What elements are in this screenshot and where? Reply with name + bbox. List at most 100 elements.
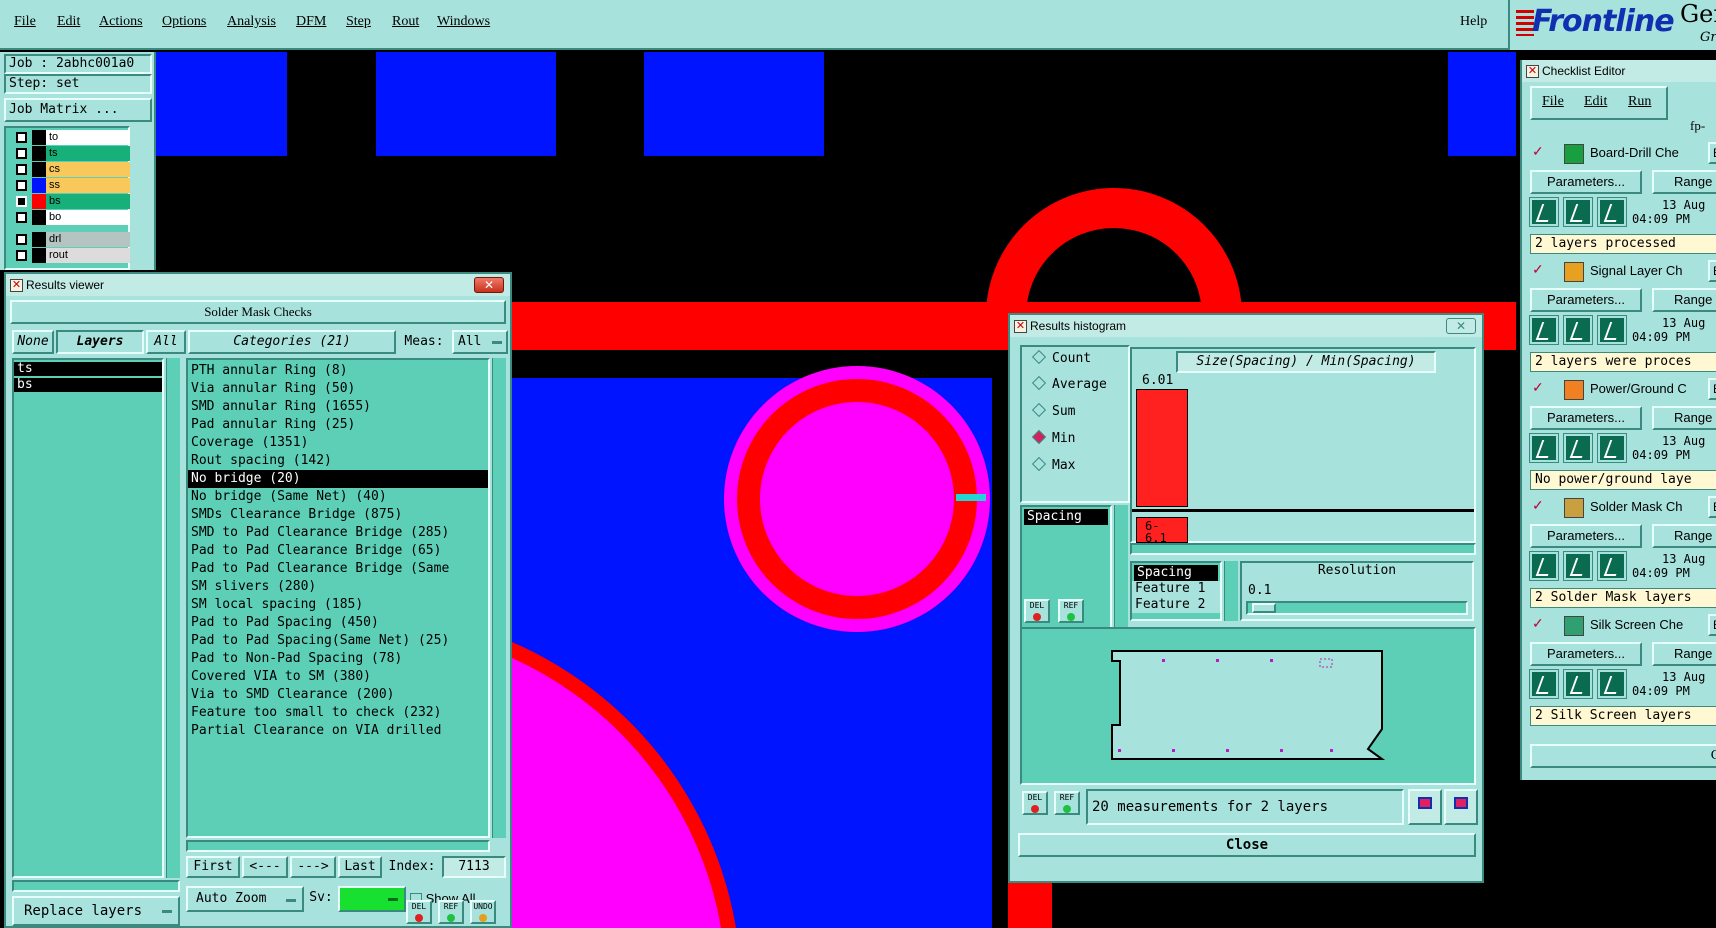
category-item[interactable]: Pad to Non-Pad Spacing (78) [188, 650, 488, 668]
list-item[interactable]: bs [14, 378, 162, 392]
mode-sum-radio[interactable]: Sum [1031, 402, 1075, 419]
checkmark-icon[interactable]: ✓ [1532, 144, 1544, 158]
checklist-close-button[interactable]: Cl [1530, 744, 1716, 768]
list-item[interactable]: ts [14, 362, 162, 376]
job-matrix-button[interactable]: Job Matrix ... [4, 98, 152, 122]
categories-button[interactable]: Categories (21) [188, 330, 396, 354]
layer-checkbox[interactable] [16, 148, 27, 159]
category-item[interactable]: Pad to Pad Clearance Bridge (Same [188, 560, 488, 578]
parameters-button[interactable]: Parameters... [1530, 406, 1642, 430]
menu-dfm[interactable]: DFM [296, 14, 326, 30]
undo-button[interactable]: UNDO [470, 900, 496, 924]
parameters-button[interactable]: Parameters... [1530, 642, 1642, 666]
menu-rout[interactable]: Rout [392, 14, 419, 30]
category-item[interactable]: Via to SMD Clearance (200) [188, 686, 488, 704]
menu-step[interactable]: Step [346, 14, 371, 30]
layer-list-hscrollbar[interactable] [12, 880, 180, 892]
checkmark-icon[interactable]: ✓ [1532, 498, 1544, 512]
layer-list-scrollbar[interactable] [166, 358, 180, 878]
run-icon[interactable] [1597, 197, 1627, 227]
mode-min-radio[interactable]: Min [1031, 429, 1075, 446]
categories-scrollbar[interactable] [492, 358, 506, 838]
layer-row-to[interactable]: to [14, 130, 130, 145]
layer-checkbox[interactable] [16, 250, 27, 261]
layer-results-list[interactable]: ts bs [12, 358, 164, 878]
last-button[interactable]: Last [338, 856, 382, 878]
category-item[interactable]: Pad to Pad Clearance Bridge (65) [188, 542, 488, 560]
categories-list[interactable]: PTH annular Ring (8) Via annular Ring (5… [186, 358, 490, 838]
histogram-titlebar[interactable]: ✕ Results histogram ✕ [1010, 315, 1482, 337]
prev-button[interactable]: <--- [242, 856, 288, 878]
category-item[interactable]: Coverage (1351) [188, 434, 488, 452]
menu-options[interactable]: Options [162, 14, 206, 30]
measure-list-scrollbar[interactable] [1114, 505, 1128, 637]
list-item[interactable]: Spacing [1134, 565, 1218, 581]
menu-help[interactable]: Help [1460, 14, 1487, 30]
range-button[interactable]: Range [1652, 406, 1716, 430]
list-item[interactable]: Feature 2 [1132, 597, 1220, 613]
ref-button[interactable]: REF [438, 900, 464, 924]
slider-thumb[interactable] [1252, 603, 1276, 613]
histogram-hscrollbar[interactable] [1130, 543, 1476, 555]
mode-count-radio[interactable]: Count [1031, 349, 1091, 366]
parameters-button[interactable]: Parameters... [1530, 288, 1642, 312]
menu-edit[interactable]: Edit [57, 14, 80, 30]
categories-hscrollbar[interactable] [186, 840, 490, 852]
del-button[interactable]: DEL [1024, 599, 1050, 623]
mode-max-radio[interactable]: Max [1031, 456, 1075, 473]
checklist-menu-file[interactable]: File [1542, 94, 1564, 110]
layer-checkbox[interactable] [16, 164, 27, 175]
layer-row-rout[interactable]: rout [14, 248, 130, 263]
layer-row-ss[interactable]: ss [14, 178, 130, 193]
axis-list-scrollbar[interactable] [1224, 561, 1238, 621]
layer-row-bs[interactable]: bs [14, 194, 130, 209]
category-item[interactable]: Partial Clearance on VIA drilled [188, 722, 488, 740]
auto-zoom-dropdown[interactable]: Auto Zoom [186, 886, 304, 912]
run-icon[interactable] [1563, 315, 1593, 345]
category-item[interactable]: Via annular Ring (50) [188, 380, 488, 398]
category-item[interactable]: Covered VIA to SM (380) [188, 668, 488, 686]
board-preview[interactable] [1020, 627, 1476, 785]
del-button[interactable]: DEL [1022, 791, 1048, 815]
range-button[interactable]: Range [1652, 524, 1716, 548]
run-icon[interactable] [1529, 197, 1559, 227]
checkmark-icon[interactable]: ✓ [1532, 380, 1544, 394]
first-button[interactable]: First [186, 856, 240, 878]
run-icon[interactable] [1597, 433, 1627, 463]
del-button[interactable]: DEL [406, 900, 432, 924]
close-icon[interactable]: ✕ [1446, 318, 1476, 334]
results-viewer-titlebar[interactable]: ✕ Results viewer ✕ [6, 274, 510, 296]
category-item[interactable]: SM local spacing (185) [188, 596, 488, 614]
checklist-menu-edit[interactable]: Edit [1584, 94, 1607, 110]
category-item[interactable]: PTH annular Ring (8) [188, 362, 488, 380]
layer-checkbox[interactable] [16, 212, 27, 223]
window-menu-icon[interactable]: ✕ [1014, 320, 1027, 333]
run-icon[interactable] [1597, 551, 1627, 581]
category-item[interactable]: Pad to Pad Spacing (450) [188, 614, 488, 632]
sv-dropdown[interactable] [338, 886, 406, 912]
layer-row-bo[interactable]: bo [14, 210, 130, 225]
category-item-selected[interactable]: No bridge (20) [188, 470, 488, 488]
meas-dropdown[interactable]: All [452, 330, 508, 354]
list-item[interactable]: Feature 1 [1132, 581, 1220, 597]
checklist-menu-run[interactable]: Run [1628, 94, 1651, 110]
run-icon[interactable] [1563, 551, 1593, 581]
layer-checkbox[interactable] [16, 180, 27, 191]
category-item[interactable]: SMD annular Ring (1655) [188, 398, 488, 416]
category-item[interactable]: SMDs Clearance Bridge (875) [188, 506, 488, 524]
run-icon[interactable] [1563, 197, 1593, 227]
mode-average-radio[interactable]: Average [1031, 375, 1107, 392]
run-icon[interactable] [1529, 315, 1559, 345]
run-icon[interactable] [1529, 669, 1559, 699]
axis-list[interactable]: Spacing Feature 1 Feature 2 [1130, 561, 1222, 621]
run-icon[interactable] [1563, 669, 1593, 699]
checkmark-icon[interactable]: ✓ [1532, 262, 1544, 276]
menu-windows[interactable]: Windows [437, 14, 490, 30]
layer-checkbox[interactable] [16, 196, 27, 207]
resolution-slider[interactable] [1246, 601, 1468, 615]
run-icon[interactable] [1529, 433, 1559, 463]
range-button[interactable]: Range [1652, 170, 1716, 194]
layer-row-drl[interactable]: drl [14, 232, 130, 247]
parameters-button[interactable]: Parameters... [1530, 170, 1642, 194]
category-item[interactable]: SM slivers (280) [188, 578, 488, 596]
